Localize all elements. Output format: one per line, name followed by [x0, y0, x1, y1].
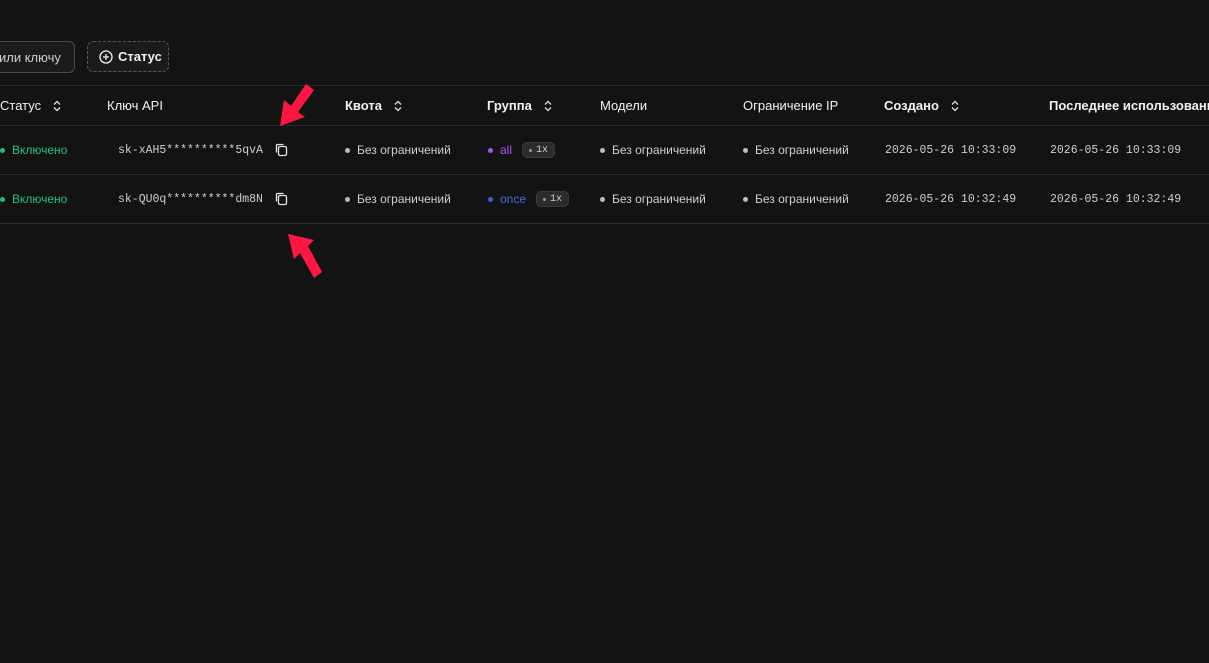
last-used-cell: 2026-05-26 10:32:49	[1050, 175, 1181, 223]
header-last-used-label: Последнее использование	[1049, 98, 1209, 113]
header-created[interactable]: Создано	[884, 86, 960, 125]
header-quota-label: Квота	[345, 98, 382, 113]
quota-cell: Без ограничений	[345, 126, 451, 174]
ip-limit-cell: Без ограничений	[743, 175, 849, 223]
sort-icon[interactable]	[950, 100, 960, 112]
group-text: all	[500, 143, 513, 157]
status-text: Включено	[12, 143, 68, 157]
sort-icon[interactable]	[393, 100, 403, 112]
page: Статус Статус Ключ API Квота	[0, 0, 1209, 663]
models-dot	[600, 196, 605, 202]
models-text: Без ограничений	[612, 143, 706, 157]
header-status[interactable]: Статус	[0, 86, 62, 125]
group-cell: once 1x	[488, 175, 570, 223]
ratio-badge-dot	[529, 148, 533, 152]
last-used-cell: 2026-05-26 10:33:09	[1050, 126, 1181, 174]
group-dot	[488, 147, 493, 153]
ratio-badge-text: 1x	[550, 193, 563, 205]
api-key-text: sk-QU0q**********dm8N	[118, 192, 263, 206]
quota-cell: Без ограничений	[345, 175, 451, 223]
plus-circle-icon	[99, 49, 113, 64]
table-header-row: Статус Ключ API Квота Группа Модели Огра…	[0, 85, 1209, 126]
header-created-label: Создано	[884, 98, 939, 113]
red-arrow-icon	[280, 84, 314, 126]
status-filter-label: Статус	[118, 49, 162, 64]
models-cell: Без ограничений	[600, 126, 706, 174]
group-cell: all 1x	[488, 126, 556, 174]
models-text: Без ограничений	[612, 192, 706, 206]
copy-icon[interactable]	[274, 191, 290, 207]
search-input[interactable]	[0, 41, 75, 73]
ratio-badge-text: 1x	[536, 144, 549, 156]
quota-dot	[345, 196, 350, 202]
group-dot	[488, 196, 493, 202]
copy-button[interactable]	[274, 126, 290, 174]
created-text: 2026-05-26 10:33:09	[885, 143, 1017, 157]
sort-icon[interactable]	[543, 100, 553, 112]
models-dot	[600, 147, 605, 153]
ip-limit-cell: Без ограничений	[743, 126, 849, 174]
header-models: Модели	[600, 86, 647, 125]
header-api-key: Ключ API	[107, 86, 163, 125]
header-group-label: Группа	[487, 98, 532, 113]
table-row[interactable]: Включено sk-xAH5**********5qvA Без огран…	[0, 126, 1209, 175]
last-used-text: 2026-05-26 10:33:09	[1050, 143, 1182, 157]
ratio-badge-dot	[543, 197, 547, 201]
copy-button[interactable]	[274, 175, 290, 223]
status-text: Включено	[12, 192, 68, 206]
quota-text: Без ограничений	[357, 192, 451, 206]
status-dot	[0, 196, 5, 202]
quota-dot	[345, 147, 350, 153]
header-quota[interactable]: Квота	[345, 86, 403, 125]
ratio-badge: 1x	[536, 191, 570, 207]
table-row[interactable]: Включено sk-QU0q**********dm8N Без огран…	[0, 175, 1209, 224]
header-models-label: Модели	[600, 98, 648, 113]
header-status-label: Статус	[0, 98, 42, 113]
sort-icon[interactable]	[52, 100, 62, 112]
status-cell: Включено	[0, 126, 67, 174]
header-group[interactable]: Группа	[487, 86, 553, 125]
status-dot	[0, 147, 5, 153]
status-cell: Включено	[0, 175, 67, 223]
created-text: 2026-05-26 10:32:49	[885, 192, 1017, 206]
ip-limit-dot	[743, 196, 748, 202]
copy-icon[interactable]	[274, 142, 290, 158]
ip-limit-dot	[743, 147, 748, 153]
api-key-text: sk-xAH5**********5qvA	[118, 143, 263, 157]
header-ip-limit-label: Ограничение IP	[743, 98, 839, 113]
ip-limit-text: Без ограничений	[755, 143, 849, 157]
group-text: once	[500, 192, 527, 206]
header-last-used: Последнее использование	[1049, 86, 1209, 125]
quota-text: Без ограничений	[357, 143, 451, 157]
header-api-key-label: Ключ API	[107, 98, 163, 113]
api-key-cell: sk-QU0q**********dm8N	[118, 175, 263, 223]
ip-limit-text: Без ограничений	[755, 192, 849, 206]
header-ip-limit: Ограничение IP	[743, 86, 838, 125]
created-cell: 2026-05-26 10:33:09	[885, 126, 1016, 174]
models-cell: Без ограничений	[600, 175, 706, 223]
status-filter-button[interactable]: Статус	[87, 41, 169, 72]
api-key-cell: sk-xAH5**********5qvA	[118, 126, 263, 174]
last-used-text: 2026-05-26 10:32:49	[1050, 192, 1182, 206]
red-arrow-icon	[288, 234, 322, 278]
ratio-badge: 1x	[522, 142, 556, 158]
api-keys-table: Статус Ключ API Квота Группа Модели Огра…	[0, 85, 1209, 224]
created-cell: 2026-05-26 10:32:49	[885, 175, 1016, 223]
